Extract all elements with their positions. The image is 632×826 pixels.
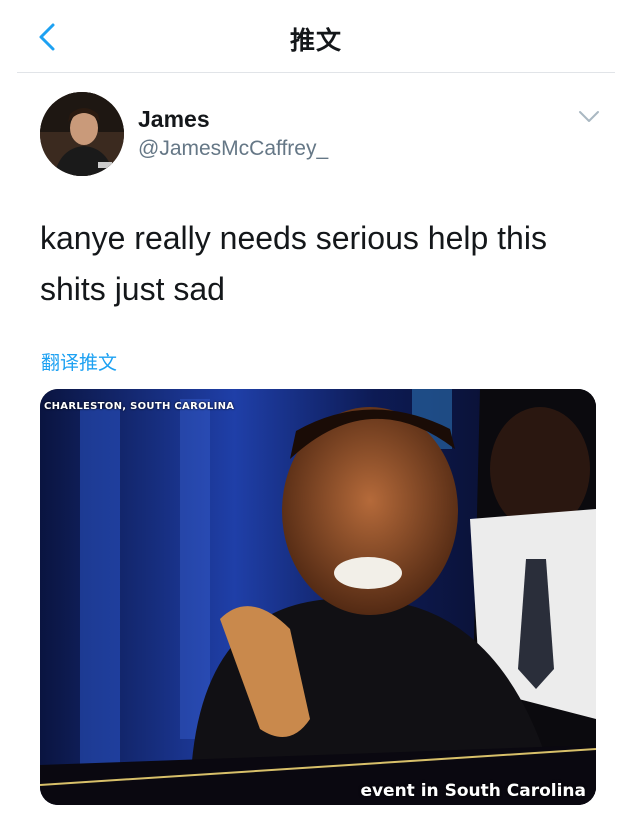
top-bar: 推文 bbox=[0, 0, 632, 72]
tweet-menu-button[interactable] bbox=[578, 110, 600, 124]
media-caption-top: CHARLESTON, SOUTH CAROLINA bbox=[44, 401, 235, 412]
translate-tweet-link[interactable]: 翻译推文 bbox=[41, 348, 117, 375]
tweet-media[interactable]: CHARLESTON, SOUTH CAROLINA event in Sout… bbox=[40, 389, 596, 805]
media-image bbox=[40, 389, 596, 805]
author-name[interactable]: James bbox=[138, 106, 210, 133]
tweet-text: kanye really needs serious help this shi… bbox=[40, 220, 547, 307]
avatar-image bbox=[40, 92, 124, 176]
avatar[interactable] bbox=[40, 92, 124, 176]
media-caption-bottom: event in South Carolina bbox=[360, 781, 586, 801]
header-divider bbox=[17, 72, 615, 73]
chevron-down-icon bbox=[579, 111, 599, 122]
author-handle[interactable]: @JamesMcCaffrey_ bbox=[138, 137, 328, 161]
page-title: 推文 bbox=[289, 27, 342, 55]
